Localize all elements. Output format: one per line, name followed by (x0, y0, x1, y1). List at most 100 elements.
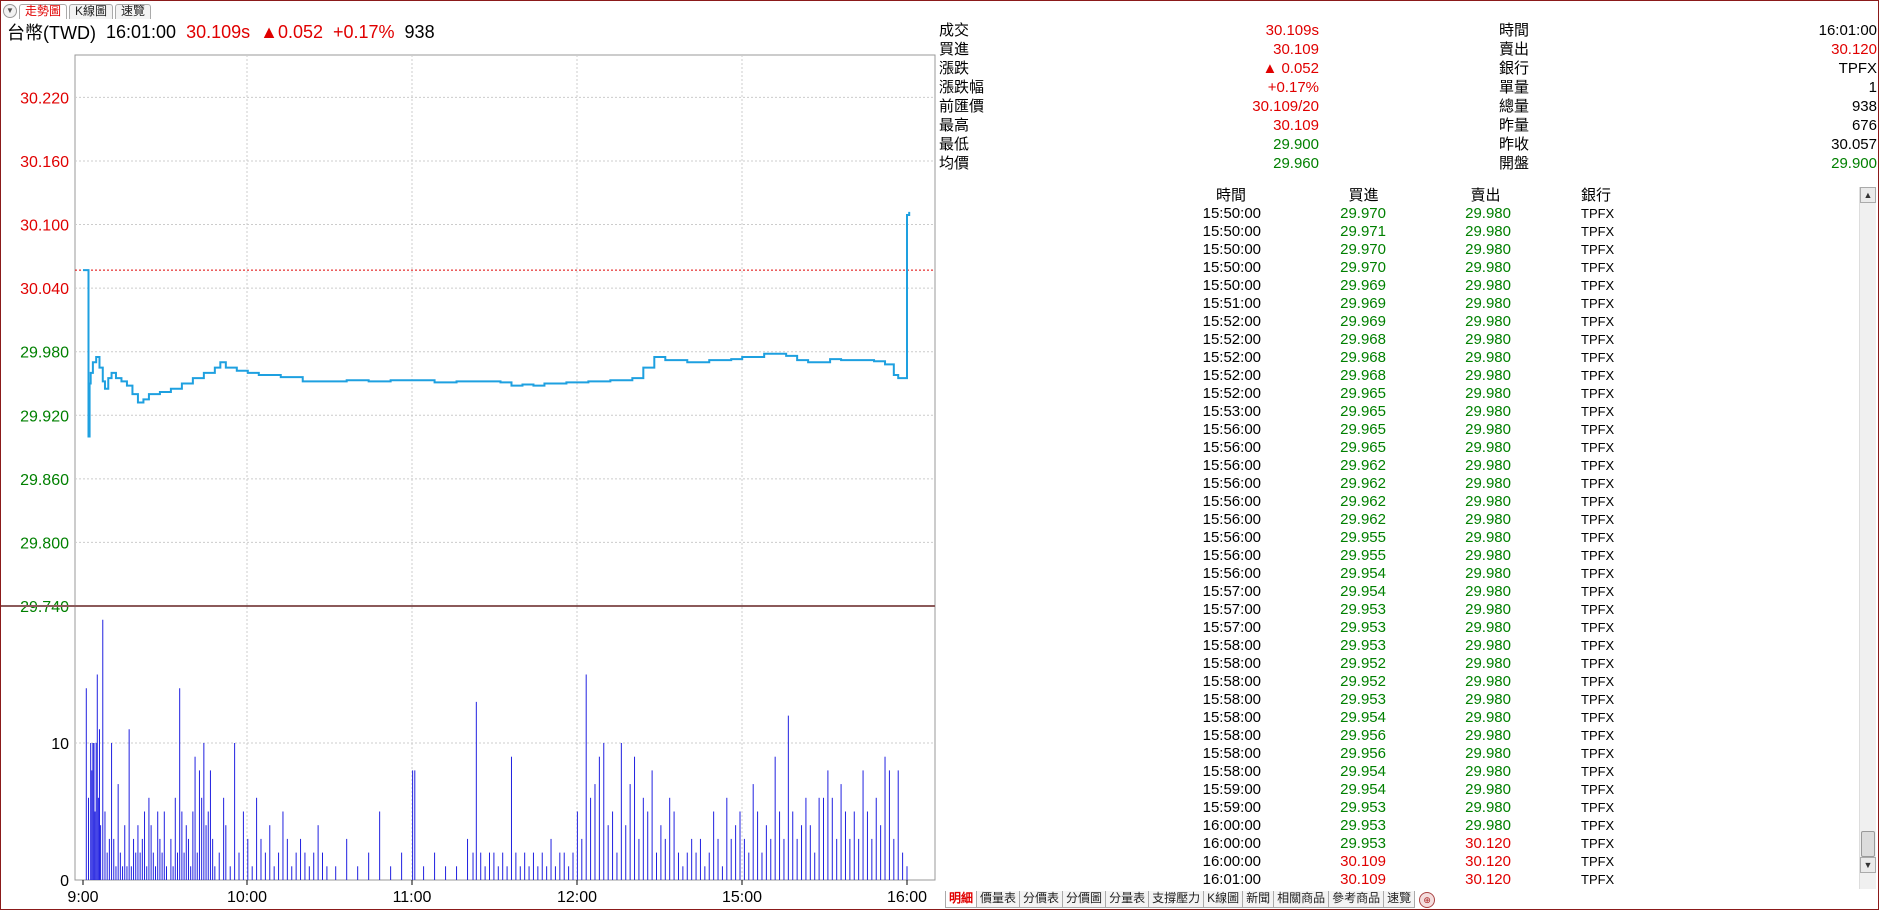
header-bank: 銀行 (1581, 187, 1612, 204)
table-row[interactable]: 15:57:00 29.953 29.980 TPFX (1181, 619, 1861, 637)
cell-time: 15:52:00 (1202, 385, 1261, 402)
bottom-tab[interactable]: 速覽 (1383, 891, 1416, 908)
cell-ask: 29.980 (1465, 475, 1511, 492)
cell-time: 15:56:00 (1202, 475, 1261, 492)
cell-time: 15:58:00 (1202, 655, 1261, 672)
bottom-tab-bar: 明細 價量表 分價表 分價圖 分量表 支撐壓力 K線圖 新聞 相關商品 參考商品 速覽 ⊕ (945, 890, 1436, 908)
table-row[interactable]: 15:50:00 29.970 29.980 TPFX (1181, 241, 1861, 259)
info-left-value: 30.109s (1265, 22, 1319, 39)
bottom-tab[interactable]: 分價表 (1019, 891, 1064, 908)
table-row[interactable]: 15:58:00 29.956 29.980 TPFX (1181, 745, 1861, 763)
scroll-down-icon[interactable]: ▼ (1860, 857, 1876, 873)
bottom-tab[interactable]: 參考商品 (1328, 891, 1385, 908)
table-row[interactable]: 15:52:00 29.968 29.980 TPFX (1181, 367, 1861, 385)
table-row[interactable]: 15:53:00 29.965 29.980 TPFX (1181, 403, 1861, 421)
trade-detail-table[interactable]: 時間 買進 賣出 銀行 15:50:00 29.970 29.980 TPFX 15:5… (1181, 187, 1861, 889)
table-row[interactable]: 15:52:00 29.965 29.980 TPFX (1181, 385, 1861, 403)
table-row[interactable]: 16:00:00 30.109 30.120 TPFX (1181, 853, 1861, 871)
table-row[interactable]: 15:58:00 29.956 29.980 TPFX (1181, 727, 1861, 745)
bottom-tab[interactable]: 分價圖 (1062, 891, 1107, 908)
cell-bid: 29.969 (1340, 313, 1386, 330)
bottom-tab[interactable]: K線圖 (1203, 891, 1244, 908)
info-left-label: 漲跌幅 (939, 79, 985, 96)
table-row[interactable]: 15:57:00 29.954 29.980 TPFX (1181, 583, 1861, 601)
table-row[interactable]: 15:50:00 29.971 29.980 TPFX (1181, 223, 1861, 241)
table-row[interactable]: 15:56:00 29.962 29.980 TPFX (1181, 457, 1861, 475)
cell-bid: 29.953 (1340, 799, 1386, 816)
cell-time: 15:59:00 (1202, 799, 1261, 816)
table-row[interactable]: 15:58:00 29.952 29.980 TPFX (1181, 655, 1861, 673)
info-left-label: 均價 (939, 155, 970, 172)
cell-bank: TPFX (1581, 620, 1615, 635)
more-tabs-icon[interactable]: ⊕ (1419, 892, 1436, 908)
trade-scrollbar[interactable]: ▲ ▼ (1859, 187, 1876, 889)
table-row[interactable]: 15:56:00 29.955 29.980 TPFX (1181, 529, 1861, 547)
cell-bid: 29.956 (1340, 745, 1386, 762)
table-row[interactable]: 15:56:00 29.962 29.980 TPFX (1181, 511, 1861, 529)
trend-chart[interactable]: 30.220 30.160 30.100 30.040 29.980 29.920 29.8… (1, 45, 941, 910)
cell-bid: 29.970 (1340, 259, 1386, 276)
table-row[interactable]: 16:00:00 29.953 29.980 TPFX (1181, 817, 1861, 835)
table-row[interactable]: 15:56:00 29.955 29.980 TPFX (1181, 547, 1861, 565)
cell-bid: 29.962 (1340, 457, 1386, 474)
cell-bid: 29.970 (1340, 241, 1386, 258)
cell-bid: 30.109 (1340, 871, 1386, 888)
bottom-tab[interactable]: 價量表 (976, 891, 1021, 908)
tab-menu-icon[interactable]: ▼ (3, 4, 17, 18)
cell-bid: 29.965 (1340, 439, 1386, 456)
table-row[interactable]: 15:58:00 29.952 29.980 TPFX (1181, 673, 1861, 691)
cell-ask: 29.980 (1465, 223, 1511, 240)
table-row[interactable]: 15:58:00 29.953 29.980 TPFX (1181, 691, 1861, 709)
table-row[interactable]: 15:50:00 29.969 29.980 TPFX (1181, 277, 1861, 295)
table-row[interactable]: 15:56:00 29.954 29.980 TPFX (1181, 565, 1861, 583)
bottom-tab[interactable]: 支撐壓力 (1148, 891, 1205, 908)
table-row[interactable]: 15:56:00 29.965 29.980 TPFX (1181, 421, 1861, 439)
cell-ask: 29.980 (1465, 817, 1511, 834)
info-left-value: +0.17% (1267, 79, 1319, 96)
info-left-value: 30.109/20 (1252, 98, 1319, 115)
table-row[interactable]: 15:50:00 29.970 29.980 TPFX (1181, 259, 1861, 277)
table-row[interactable]: 15:59:00 29.953 29.980 TPFX (1181, 799, 1861, 817)
scroll-up-icon[interactable]: ▲ (1860, 187, 1876, 203)
price-tick-label: 30.160 (20, 154, 69, 171)
cell-bank: TPFX (1581, 206, 1615, 221)
table-row[interactable]: 15:58:00 29.954 29.980 TPFX (1181, 763, 1861, 781)
bottom-tab[interactable]: 相關商品 (1273, 891, 1330, 908)
tab-k-chart[interactable]: K線圖 (69, 3, 114, 19)
table-row[interactable]: 15:56:00 29.965 29.980 TPFX (1181, 439, 1861, 457)
cell-ask: 29.980 (1465, 349, 1511, 366)
cell-time: 15:50:00 (1202, 223, 1261, 240)
table-row[interactable]: 15:57:00 29.953 29.980 TPFX (1181, 601, 1861, 619)
cell-bank: TPFX (1581, 278, 1615, 293)
cell-bid: 29.954 (1340, 781, 1386, 798)
price-tick-label: 29.980 (20, 345, 69, 362)
cell-bank: TPFX (1581, 296, 1615, 311)
cell-bank: TPFX (1581, 746, 1615, 761)
scroll-thumb[interactable] (1861, 831, 1875, 857)
table-row[interactable]: 16:01:00 30.109 30.120 TPFX (1181, 871, 1861, 889)
price-tick-label: 29.800 (20, 535, 69, 552)
table-row[interactable]: 16:00:00 29.953 30.120 TPFX (1181, 835, 1861, 853)
table-row[interactable]: 15:51:00 29.969 29.980 TPFX (1181, 295, 1861, 313)
table-row[interactable]: 15:56:00 29.962 29.980 TPFX (1181, 493, 1861, 511)
table-row[interactable]: 15:52:00 29.969 29.980 TPFX (1181, 313, 1861, 331)
price-tick-label: 29.740 (20, 599, 69, 616)
header-time: 時間 (1215, 187, 1246, 204)
quote-price: 30.109s (186, 21, 251, 42)
tab-overview[interactable]: 速覽 (115, 3, 152, 19)
bottom-tab[interactable]: 明細 (945, 891, 978, 908)
table-row[interactable]: 15:58:00 29.953 29.980 TPFX (1181, 637, 1861, 655)
table-row[interactable]: 15:52:00 29.968 29.980 TPFX (1181, 331, 1861, 349)
bottom-tab[interactable]: 新聞 (1242, 891, 1275, 908)
table-row[interactable]: 15:58:00 29.954 29.980 TPFX (1181, 709, 1861, 727)
table-row[interactable]: 15:50:00 29.970 29.980 TPFX (1181, 205, 1861, 223)
bottom-tab[interactable]: 分量表 (1105, 891, 1150, 908)
info-right-row: 單量 1 (1499, 78, 1877, 97)
table-row[interactable]: 15:56:00 29.962 29.980 TPFX (1181, 475, 1861, 493)
cell-ask: 30.120 (1465, 871, 1511, 888)
cell-time: 15:50:00 (1202, 205, 1261, 222)
cell-bid: 29.969 (1340, 277, 1386, 294)
tab-trend-chart[interactable]: 走勢圖 (19, 3, 68, 19)
table-row[interactable]: 15:52:00 29.968 29.980 TPFX (1181, 349, 1861, 367)
table-row[interactable]: 15:59:00 29.954 29.980 TPFX (1181, 781, 1861, 799)
